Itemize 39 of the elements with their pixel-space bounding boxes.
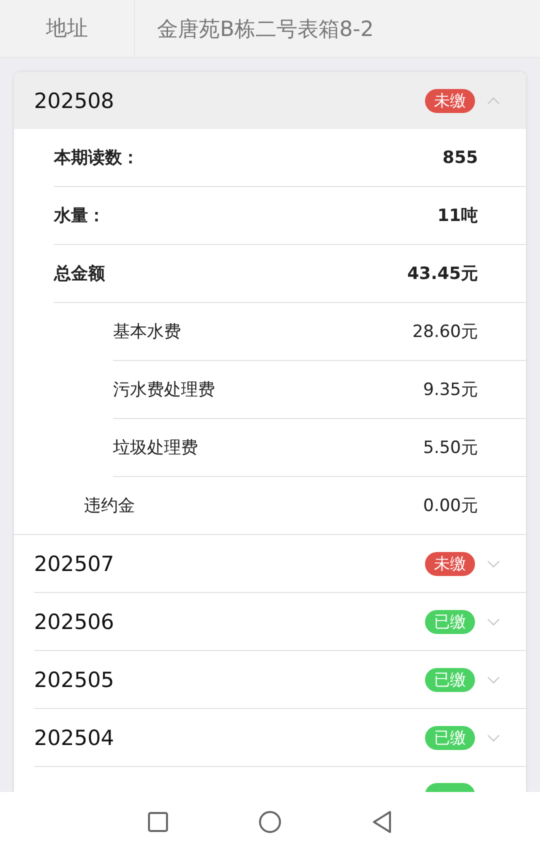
detail-label: 基本水费 [113,321,182,343]
bill-row[interactable]: 202508 未缴 [14,72,526,129]
detail-label: 总金额 [54,263,106,285]
bill-row[interactable]: 202505 已缴 [34,651,526,709]
detail-value: 855 [442,148,478,168]
bill-period: 202505 [34,668,116,692]
bill-row[interactable]: 202507 未缴 [34,535,526,593]
detail-value: 9.35元 [423,379,478,401]
bill-period: 202504 [34,726,116,750]
detail-value: 43.45元 [407,263,478,285]
detail-label: 污水费处理费 [113,379,216,401]
detail-label: 水量： [54,205,106,227]
chevron-icon [487,96,500,104]
bill-period: 202506 [34,610,116,634]
status-badge: 已缴 [425,610,475,634]
home-icon[interactable] [258,810,282,834]
detail-label: 本期读数： [54,147,140,169]
detail-value: 0.00元 [423,495,478,517]
chevron-icon [487,734,500,742]
chevron-icon [487,560,500,568]
bill-row[interactable]: 202504 已缴 [34,709,526,767]
detail-label: 垃圾处理费 [113,437,199,459]
bill-period: 202507 [34,552,116,576]
status-badge: 未缴 [425,552,475,576]
chevron-icon [487,676,500,684]
detail-value: 28.60元 [412,321,478,343]
status-badge: 已缴 [425,668,475,692]
address-label: 地址 [0,0,135,57]
recent-apps-icon[interactable] [146,810,170,834]
address-value: 金唐苑B栋二号表箱8-2 [156,16,374,42]
detail-value: 5.50元 [423,437,478,459]
chevron-icon [487,618,500,626]
back-icon[interactable] [370,810,394,834]
detail-value: 11吨 [437,205,478,227]
bill-row[interactable]: 202506 已缴 [34,593,526,651]
bill-period: 202508 [34,88,116,112]
status-badge: 未缴 [425,88,475,112]
detail-label: 违约金 [84,495,136,517]
status-badge: 已缴 [425,726,475,750]
